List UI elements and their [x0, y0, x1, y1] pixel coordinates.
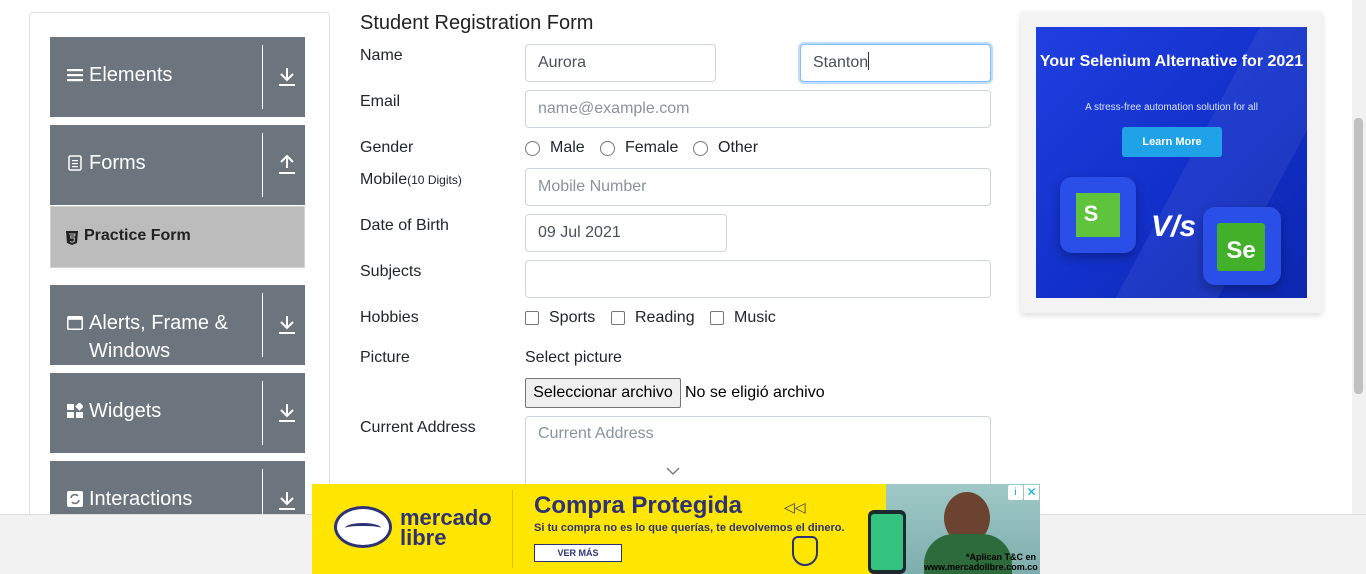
gender-label: Gender — [360, 139, 414, 156]
sidebar-group-alerts[interactable]: Alerts, Frame & Windows — [50, 285, 305, 365]
mercadolibre-logo — [334, 506, 392, 548]
ad-banner-bottom[interactable]: mercado libre Compra Protegida ◁◁ Si tu c… — [312, 484, 1040, 574]
divider — [262, 45, 263, 109]
sidebar-group-label: Forms — [89, 152, 146, 174]
radio-button[interactable] — [693, 140, 708, 156]
divider — [262, 381, 263, 445]
checkbox[interactable] — [611, 311, 625, 325]
radio-button[interactable] — [525, 140, 540, 156]
mobile-label-text: Mobile — [360, 171, 408, 188]
email-label: Email — [360, 93, 401, 110]
sidebar-item-practice-form[interactable]: Practice Form — [50, 206, 305, 268]
address-label: Current Address — [360, 419, 476, 436]
divider — [262, 133, 263, 197]
subjects-input[interactable] — [525, 260, 991, 298]
adchoices-icon[interactable]: i — [1008, 485, 1023, 500]
shield-check-icon — [792, 536, 818, 566]
sidebar-group-label: Elements — [89, 64, 173, 86]
select-picture-label: Select picture — [525, 349, 622, 366]
sidebar-group-label: Widgets — [89, 400, 162, 422]
page-title: Student Registration Form — [360, 12, 594, 34]
last-name-input[interactable]: Stanton — [800, 44, 991, 82]
download-arrow-icon[interactable] — [278, 315, 296, 335]
hobby-checkbox-sports[interactable]: Sports — [525, 309, 595, 327]
dob-label: Date of Birth — [360, 217, 449, 234]
mobile-field[interactable]: Mobile Number — [525, 168, 991, 206]
sidebar-group-label: Alerts, Frame & Windows — [89, 312, 228, 362]
ad-subtitle: A stress-free automation solution for al… — [1085, 102, 1258, 113]
sidebar-group-label: Interactions — [89, 488, 193, 510]
logo-letter: S — [1083, 201, 1099, 226]
mobile-label: Mobile(10 Digits) — [360, 171, 462, 189]
ad-title: Compra Protegida — [534, 492, 743, 519]
choose-file-button[interactable]: Seleccionar archivo — [525, 378, 681, 408]
versus-text: V/s — [1151, 210, 1197, 243]
learn-more-button[interactable]: Learn More — [1122, 127, 1222, 157]
ad-banner-right[interactable]: Your Selenium Alternative for 2021 A str… — [1021, 12, 1322, 313]
ad-title: Your Selenium Alternative for 2021 — [1039, 53, 1304, 70]
sidebar-group-forms[interactable]: Forms — [50, 125, 305, 205]
picture-label: Picture — [360, 349, 410, 366]
ad-subtitle: Si tu compra no es lo que querías, te de… — [534, 522, 845, 534]
checkbox-label: Music — [734, 309, 776, 326]
logo-letter: Se — [1226, 237, 1256, 264]
page: Elements Forms Practice Form Alerts, Fra… — [0, 0, 1366, 574]
close-icon[interactable]: ✕ — [1024, 485, 1039, 500]
gender-radio-female[interactable]: Female — [600, 139, 678, 157]
sidebar-group-elements[interactable]: Elements — [50, 37, 305, 117]
document-icon — [68, 155, 82, 171]
radio-label: Other — [718, 139, 759, 156]
hamburger-icon — [67, 69, 83, 82]
email-field[interactable]: name@example.com — [525, 90, 991, 128]
checkbox[interactable] — [525, 311, 539, 325]
ad-creative[interactable]: Your Selenium Alternative for 2021 A str… — [1036, 27, 1307, 298]
brand-line: libre — [400, 525, 447, 550]
katalon-logo: S — [1060, 177, 1136, 253]
brand-name: mercado libre — [400, 507, 492, 550]
window-icon — [67, 316, 83, 330]
checkbox-label: Reading — [635, 309, 695, 326]
hobby-checkbox-music[interactable]: Music — [710, 309, 776, 327]
upload-arrow-icon[interactable] — [278, 155, 296, 175]
subjects-label: Subjects — [360, 263, 422, 280]
download-arrow-icon[interactable] — [278, 403, 296, 423]
selenium-logo: Se — [1203, 207, 1281, 285]
radio-label: Male — [550, 139, 585, 156]
divider — [512, 490, 513, 568]
file-status: No se eligió archivo — [685, 384, 825, 401]
name-label: Name — [360, 47, 403, 64]
date-of-birth-input[interactable]: 09 Jul 2021 — [525, 214, 727, 252]
gender-radio-male[interactable]: Male — [525, 139, 585, 157]
text-caret — [868, 52, 870, 70]
chevron-down-icon[interactable] — [666, 466, 680, 476]
divider — [262, 293, 263, 357]
sidebar: Elements Forms Practice Form Alerts, Fra… — [29, 12, 330, 532]
gender-radio-other[interactable]: Other — [693, 139, 758, 157]
download-arrow-icon[interactable] — [278, 491, 296, 511]
hobbies-label: Hobbies — [360, 309, 419, 326]
widgets-icon — [67, 403, 83, 418]
first-name-input[interactable]: Aurora — [525, 44, 716, 82]
interactions-icon — [67, 491, 83, 507]
mobile-hint: (10 Digits) — [407, 173, 462, 187]
hobby-checkbox-reading[interactable]: Reading — [611, 309, 695, 327]
checkbox[interactable] — [710, 311, 724, 325]
radio-label: Female — [625, 139, 679, 156]
sidebar-group-widgets[interactable]: Widgets — [50, 373, 305, 453]
phone-icon — [868, 510, 906, 574]
rewind-icon: ◁◁ — [784, 499, 806, 515]
checkbox-label: Sports — [549, 309, 596, 326]
html5-icon — [66, 231, 78, 245]
download-arrow-icon[interactable] — [278, 67, 296, 87]
terms-text: *Aplican T&C en www.mercadolibre.com.co — [924, 552, 1038, 572]
ver-mas-button[interactable]: VER MÁS — [534, 544, 622, 562]
last-name-value: Stanton — [813, 54, 869, 71]
radio-button[interactable] — [600, 140, 615, 156]
sidebar-item-label: Practice Form — [84, 227, 191, 244]
scrollbar-thumb[interactable] — [1354, 118, 1363, 394]
